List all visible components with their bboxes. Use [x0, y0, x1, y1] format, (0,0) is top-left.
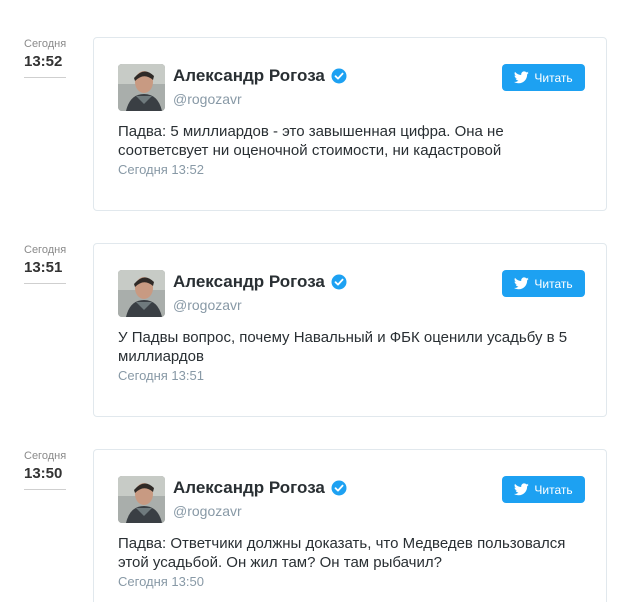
tweet-text: Падва: Ответчики должны доказать, что Ме…	[118, 535, 566, 571]
follow-button-label: Читать	[534, 276, 573, 291]
avatar[interactable]	[118, 270, 165, 317]
follow-button[interactable]: Читать	[502, 64, 585, 91]
tweet-body: Падва: Ответчики должны доказать, что Ме…	[118, 534, 588, 590]
tweet-timestamp[interactable]: Сегодня 13:52	[118, 162, 588, 178]
follow-button-label: Читать	[534, 482, 573, 497]
time-value: 13:51	[24, 259, 66, 284]
tweet-card: Александр Рогоза @rogozavr Читать Падва:…	[93, 449, 607, 602]
entry-time: Сегодня 13:51	[24, 244, 66, 284]
tweet-body: Падва: 5 миллиардов - это завышенная циф…	[118, 122, 588, 178]
author-name-text: Александр Рогоза	[173, 478, 325, 497]
author-handle[interactable]: @rogozavr	[173, 90, 242, 108]
author-name-text: Александр Рогоза	[173, 66, 325, 85]
avatar[interactable]	[118, 64, 165, 111]
author-handle[interactable]: @rogozavr	[173, 296, 242, 314]
tweet-timestamp[interactable]: Сегодня 13:51	[118, 368, 588, 384]
time-label: Сегодня	[24, 244, 67, 256]
tweet-text: У Падвы вопрос, почему Навальный и ФБК о…	[118, 329, 568, 365]
follow-button-label: Читать	[534, 70, 573, 85]
tweet-card: Александр Рогоза @rogozavr Читать Падва:…	[93, 37, 607, 211]
verified-badge-icon	[331, 274, 347, 290]
author-name[interactable]: Александр Рогоза	[173, 272, 347, 292]
twitter-bird-icon	[514, 483, 530, 496]
time-label: Сегодня	[24, 450, 67, 462]
verified-badge-icon	[331, 480, 347, 496]
author-name[interactable]: Александр Рогоза	[173, 478, 347, 498]
avatar[interactable]	[118, 476, 165, 523]
twitter-bird-icon	[514, 277, 530, 290]
tweet-body: У Падвы вопрос, почему Навальный и ФБК о…	[118, 328, 588, 384]
entry-time: Сегодня 13:50	[24, 450, 66, 490]
time-value: 13:50	[24, 465, 66, 490]
twitter-bird-icon	[514, 71, 530, 84]
author-handle[interactable]: @rogozavr	[173, 502, 242, 520]
entry-time: Сегодня 13:52	[24, 38, 66, 78]
tweet-text: Падва: 5 миллиардов - это завышенная циф…	[118, 123, 504, 159]
follow-button[interactable]: Читать	[502, 270, 585, 297]
tweet-timestamp[interactable]: Сегодня 13:50	[118, 574, 588, 590]
verified-badge-icon	[331, 68, 347, 84]
author-name[interactable]: Александр Рогоза	[173, 66, 347, 86]
tweet-card: Александр Рогоза @rogozavr Читать У Падв…	[93, 243, 607, 417]
follow-button[interactable]: Читать	[502, 476, 585, 503]
author-name-text: Александр Рогоза	[173, 272, 325, 291]
time-value: 13:52	[24, 53, 66, 78]
time-label: Сегодня	[24, 38, 67, 50]
